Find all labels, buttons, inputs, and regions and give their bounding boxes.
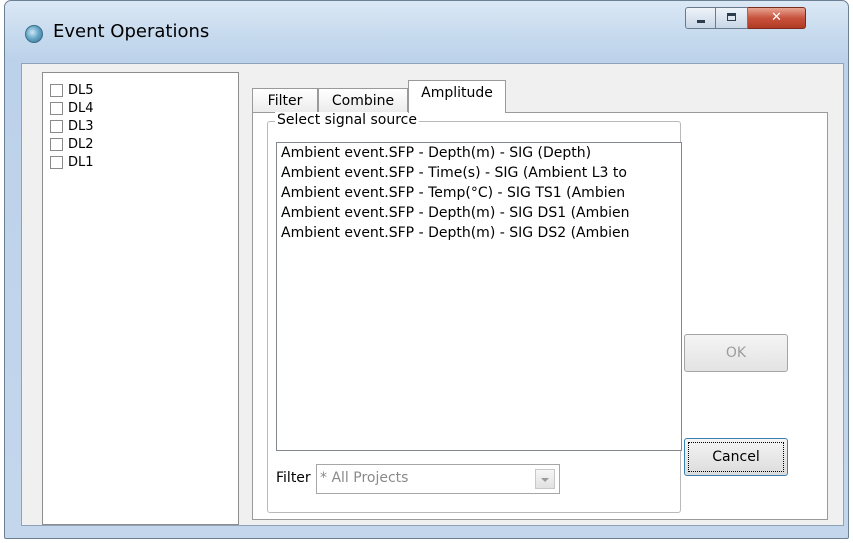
checkbox[interactable]: [50, 119, 63, 133]
tab-filter[interactable]: Filter: [252, 88, 318, 112]
data-logger-tree[interactable]: DL5 DL4 DL3 DL2 DL1: [42, 72, 239, 525]
filter-label: Filter: [276, 470, 311, 486]
signal-source-list[interactable]: Ambient event.SFP - Depth(m) - SIG (Dept…: [276, 142, 682, 451]
maximize-button[interactable]: [716, 7, 748, 29]
list-item[interactable]: Ambient event.SFP - Time(s) - SIG (Ambie…: [277, 163, 681, 183]
tree-item-dl3[interactable]: DL3: [43, 117, 238, 135]
cancel-button-label: Cancel: [688, 442, 784, 472]
maximize-icon: [727, 13, 736, 21]
close-button[interactable]: ✕: [748, 7, 806, 29]
tree-item-label: DL2: [68, 136, 94, 152]
tree-item-dl4[interactable]: DL4: [43, 99, 238, 117]
project-filter-select[interactable]: * All Projects: [316, 464, 560, 494]
checkbox[interactable]: [50, 155, 63, 169]
tab-combine[interactable]: Combine: [318, 88, 408, 112]
tree-item-label: DL4: [68, 100, 94, 116]
list-item[interactable]: Ambient event.SFP - Temp(°C) - SIG TS1 (…: [277, 183, 681, 203]
list-item[interactable]: Ambient event.SFP - Depth(m) - SIG DS2 (…: [277, 223, 681, 243]
ok-button[interactable]: OK: [684, 334, 788, 372]
title-bar[interactable]: Event Operations ✕: [5, 1, 848, 63]
dropdown-button[interactable]: [535, 469, 555, 489]
event-operations-window: Event Operations ✕ DL5 DL4 DL3 DL2 DL1 F…: [4, 0, 849, 539]
tree-item-label: DL1: [68, 154, 94, 170]
cancel-button[interactable]: Cancel: [684, 438, 788, 476]
list-item[interactable]: Ambient event.SFP - Depth(m) - SIG DS1 (…: [277, 203, 681, 223]
tree-item-dl2[interactable]: DL2: [43, 135, 238, 153]
tree-item-dl5[interactable]: DL5: [43, 81, 238, 99]
window-title: Event Operations: [53, 21, 210, 42]
checkbox[interactable]: [50, 101, 63, 115]
checkbox[interactable]: [50, 83, 63, 97]
list-item[interactable]: Ambient event.SFP - Depth(m) - SIG (Dept…: [277, 143, 681, 163]
tab-amplitude[interactable]: Amplitude: [408, 80, 506, 113]
minimize-icon: [697, 20, 705, 23]
group-title: Select signal source: [275, 112, 419, 128]
dialog-client-area: DL5 DL4 DL3 DL2 DL1 Filter Combine Ampli: [21, 63, 844, 526]
minimize-button[interactable]: [685, 7, 716, 29]
close-icon: ✕: [771, 10, 782, 25]
tree-item-label: DL3: [68, 118, 94, 134]
chevron-down-icon: [541, 478, 549, 482]
checkbox[interactable]: [50, 137, 63, 151]
tree-item-label: DL5: [68, 82, 94, 98]
globe-icon: [25, 25, 43, 43]
project-filter-value: * All Projects: [320, 470, 409, 486]
tree-item-dl1[interactable]: DL1: [43, 153, 238, 171]
signal-source-group: Select signal source Ambient event.SFP -…: [267, 112, 682, 513]
